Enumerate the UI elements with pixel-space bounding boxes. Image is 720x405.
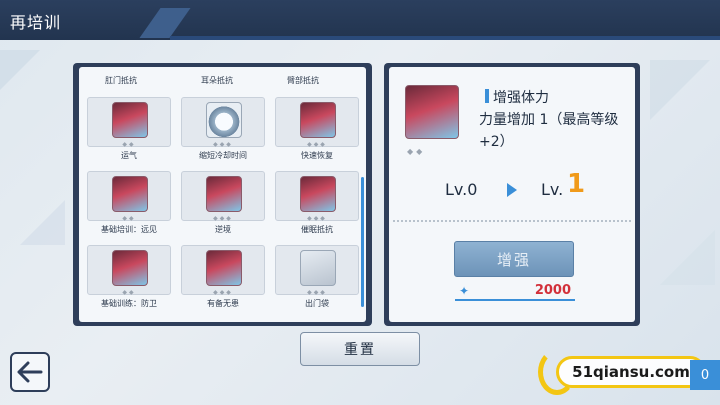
skill-name: 增强体力	[493, 90, 549, 106]
skill-card-bg	[87, 245, 171, 295]
header-bar: 再培训	[0, 0, 720, 40]
skill-list[interactable]: 肛门抵抗 耳朵抵抗 臂部抵抗 ◆◆ 运气 ◆◆◆ 缩短冷却时间 ◆◆◆ 快速恢复	[79, 67, 366, 322]
bg-triangle	[650, 60, 710, 120]
rank-diamonds: ◆◆◆	[213, 215, 233, 222]
portrait-icon	[300, 176, 336, 212]
skill-label: 逆境	[215, 225, 231, 234]
skill-label: 快速恢复	[301, 151, 333, 160]
top-row-label: 臂部抵抗	[287, 76, 319, 85]
page-title: 再培训	[10, 13, 62, 32]
current-level: Lv.0	[445, 180, 478, 199]
skill-card-prepared[interactable]: ◆◆◆ 有备无患	[181, 245, 265, 315]
back-button[interactable]	[10, 352, 50, 392]
rank-diamonds: ◆◆	[122, 289, 136, 296]
title-accent-bar	[485, 89, 489, 103]
skill-label: 基础培训：远见	[101, 225, 157, 234]
portrait-icon	[206, 176, 242, 212]
rank-diamonds: ◆◆	[407, 147, 426, 156]
skill-label: 运气	[121, 151, 137, 160]
skill-card-adversity[interactable]: ◆◆◆ 逆境	[181, 171, 265, 241]
portrait-icon	[405, 85, 459, 139]
watermark-logo: 51qiansu.com	[556, 356, 706, 388]
skill-card-bg	[275, 97, 359, 147]
header-band	[170, 36, 720, 40]
bg-triangle	[0, 50, 40, 90]
skill-detail-panel: ◆◆ 增强体力 力量增加 1（最高等级 +2） Lv.0 Lv. 1 增强 ✦ …	[384, 63, 640, 326]
skill-card-bg	[181, 171, 265, 221]
skill-card-defense[interactable]: ◆◆ 基础训练：防卫	[87, 245, 171, 315]
portrait-icon	[112, 250, 148, 286]
cost-row: ✦ 2000	[455, 283, 575, 301]
bag-icon	[300, 250, 336, 286]
skill-label: 基础训练：防卫	[101, 299, 157, 308]
arrow-right-icon	[507, 183, 517, 197]
top-row-label: 耳朵抵抗	[201, 76, 233, 85]
rank-diamonds: ◆◆◆	[307, 141, 327, 148]
divider	[393, 220, 631, 222]
skill-card-fast-recovery[interactable]: ◆◆◆ 快速恢复	[275, 97, 359, 167]
skill-label: 有备无患	[207, 299, 239, 308]
portrait-icon	[206, 250, 242, 286]
skill-card-luck[interactable]: ◆◆ 运气	[87, 97, 171, 167]
bg-triangle	[660, 230, 715, 285]
skill-card-bg	[275, 245, 359, 295]
skill-card-bg	[181, 97, 265, 147]
rank-diamonds: ◆◆	[122, 141, 136, 148]
stopwatch-icon	[206, 102, 242, 138]
skill-card-cooldown[interactable]: ◆◆◆ 缩短冷却时间	[181, 97, 265, 167]
skill-detail: ◆◆ 增强体力 力量增加 1（最高等级 +2） Lv.0 Lv. 1 增强 ✦ …	[389, 67, 635, 322]
rank-diamonds: ◆◆	[122, 215, 136, 222]
skill-label: 催眠抵抗	[301, 225, 333, 234]
rank-diamonds: ◆◆◆	[307, 215, 327, 222]
skill-card-bg	[87, 171, 171, 221]
bg-triangle	[20, 200, 65, 245]
skill-card-hypnosis-resist[interactable]: ◆◆◆ 催眠抵抗	[275, 171, 359, 241]
portrait-icon	[300, 102, 336, 138]
rank-diamonds: ◆◆◆	[307, 289, 327, 296]
portrait-icon	[112, 176, 148, 212]
rank-diamonds: ◆◆◆	[213, 289, 233, 296]
skill-description: 力量增加 1（最高等级 +2）	[479, 112, 619, 150]
counter-badge: 0	[690, 360, 720, 390]
skill-label: 缩短冷却时间	[199, 151, 247, 160]
top-row-label: 肛门抵抗	[105, 76, 137, 85]
skill-card-bg	[87, 97, 171, 147]
rank-diamonds: ◆◆◆	[213, 141, 233, 148]
portrait-icon	[112, 102, 148, 138]
skill-card-bg	[275, 171, 359, 221]
skill-card-bg	[181, 245, 265, 295]
cost-value: 2000	[534, 283, 571, 298]
list-scrollbar[interactable]	[361, 177, 364, 307]
next-level-value: 1	[567, 169, 586, 199]
sparkle-icon: ✦	[459, 284, 470, 298]
header-stripe	[139, 8, 191, 38]
skill-card-travel-bag[interactable]: ◆◆◆ 出门袋	[275, 245, 359, 315]
skill-card-foresight[interactable]: ◆◆ 基础培训：远见	[87, 171, 171, 241]
arrow-left-icon	[17, 361, 43, 383]
reset-button[interactable]: 重置	[300, 332, 420, 366]
next-level-prefix: Lv.	[541, 180, 564, 199]
watermark-text: 51qiansu.com	[572, 363, 690, 381]
skill-label: 出门袋	[305, 299, 329, 308]
skill-list-panel: 肛门抵抗 耳朵抵抗 臂部抵抗 ◆◆ 运气 ◆◆◆ 缩短冷却时间 ◆◆◆ 快速恢复	[73, 63, 372, 326]
enhance-button[interactable]: 增强	[454, 241, 574, 277]
